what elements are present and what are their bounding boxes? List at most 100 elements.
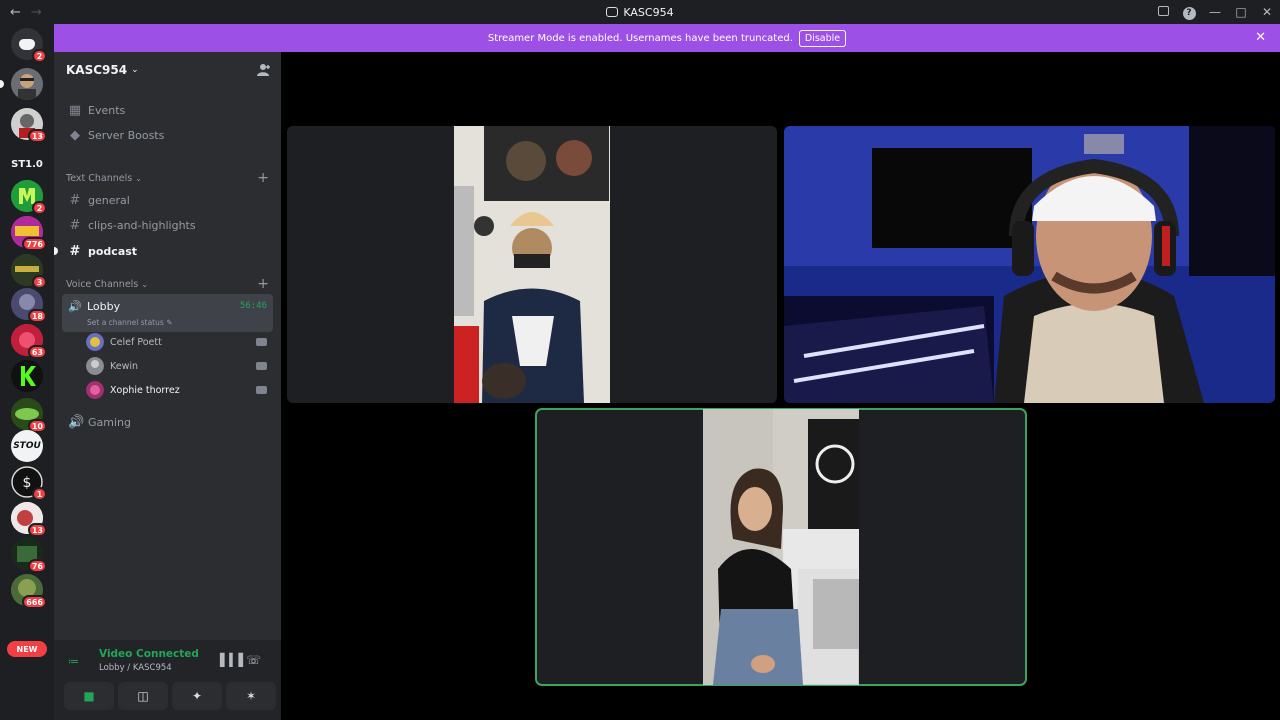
minimize-button[interactable]: —: [1202, 5, 1228, 19]
svg-text:$: $: [23, 475, 32, 491]
channel-name: podcast: [88, 244, 138, 258]
speaker-icon: 🔊: [68, 300, 82, 313]
create-channel-icon[interactable]: +: [257, 170, 269, 186]
avatar: [86, 381, 104, 399]
server-icon[interactable]: 666: [11, 574, 47, 609]
camera-button[interactable]: ■: [64, 682, 114, 710]
server-icon[interactable]: ST1.0: [11, 148, 43, 180]
video-tile-speaking[interactable]: [535, 408, 1027, 686]
connection-location[interactable]: Lobby / KASC954: [99, 663, 172, 673]
back-arrow-icon[interactable]: ←: [10, 5, 21, 20]
voice-channel-lobby[interactable]: 🔊 Lobby 56:46 Set a channel status ✎: [62, 294, 273, 332]
video-frame: [784, 126, 1275, 403]
server-icon[interactable]: 10: [11, 398, 47, 433]
inbox-icon[interactable]: [1150, 5, 1176, 19]
server-icon[interactable]: 13: [11, 502, 47, 537]
noise-suppression-icon[interactable]: ▌▍▌: [220, 653, 248, 667]
server-icon[interactable]: $ 1: [11, 466, 47, 501]
window-title-text: KASC954: [623, 5, 674, 19]
category-label: Voice Channels: [66, 278, 139, 290]
channel-name: clips-and-highlights: [88, 218, 196, 232]
voice-timer: 56:46: [239, 301, 267, 311]
server-icon[interactable]: [0, 68, 43, 100]
notification-badge: 13: [27, 129, 47, 143]
video-tile[interactable]: [287, 126, 777, 403]
voice-member[interactable]: Kewin: [86, 355, 273, 377]
video-frame: [703, 409, 859, 685]
channel-clips-and-highlights[interactable]: # clips-and-highlights: [62, 213, 273, 237]
signal-icon[interactable]: ≔: [68, 655, 79, 668]
voice-channel-name: Lobby: [87, 300, 121, 313]
calendar-icon: ▦: [68, 102, 82, 118]
voice-channel-name: Gaming: [88, 415, 131, 429]
channel-general[interactable]: # general: [62, 188, 273, 212]
channel-name: general: [88, 193, 130, 207]
title-bar: ← → KASC954 ? — □ ✕: [0, 0, 1280, 24]
video-tile[interactable]: [784, 126, 1275, 403]
server-name-text: ST1.0: [11, 158, 43, 170]
help-icon[interactable]: ?: [1176, 4, 1202, 20]
close-window-button[interactable]: ✕: [1254, 5, 1280, 19]
hashtag-icon: #: [69, 217, 81, 233]
invite-people-icon[interactable]: [257, 63, 271, 77]
connection-status: Video Connected: [99, 648, 199, 660]
channel-status-text: Set a channel status: [87, 318, 164, 327]
channel-status[interactable]: Set a channel status ✎: [87, 318, 172, 327]
disable-button[interactable]: Disable: [798, 29, 847, 47]
chevron-down-icon: ⌄: [141, 279, 148, 289]
chevron-down-icon: ⌄: [131, 65, 139, 75]
close-icon[interactable]: ✕: [1255, 30, 1266, 45]
video-frame: [454, 126, 610, 403]
create-channel-icon[interactable]: +: [257, 276, 269, 292]
discord-logo-icon: [606, 6, 619, 17]
server-list: 2 13 ST1.0 2 776 3 18 63 10 STOU $ 1 13 …: [0, 24, 54, 720]
soundboard-button[interactable]: ✶: [226, 682, 276, 710]
video-camera-icon: [256, 362, 267, 370]
new-unreads-pill[interactable]: NEW: [7, 641, 47, 657]
server-icon[interactable]: 63: [11, 324, 47, 359]
server-icon[interactable]: [11, 360, 43, 392]
home-button[interactable]: 2: [11, 28, 47, 63]
server-icon[interactable]: 76: [11, 538, 47, 573]
voice-channel-gaming[interactable]: 🔊 Gaming: [62, 410, 273, 434]
server-icon[interactable]: 13: [11, 108, 47, 143]
notification-badge: 1: [32, 487, 47, 501]
video-feed: [784, 126, 1275, 403]
server-icon[interactable]: 18: [11, 288, 47, 323]
channel-podcast[interactable]: # podcast: [54, 239, 273, 263]
voice-member[interactable]: Celef Poett: [86, 331, 273, 353]
pencil-icon: ✎: [166, 318, 173, 327]
avatar: [86, 357, 104, 375]
voice-connection-panel: ≔ Video Connected Lobby / KASC954 ▌▍▌ ☏ …: [54, 640, 281, 720]
category-voice-channels[interactable]: Voice Channels ⌄ +: [66, 275, 273, 293]
screen-share-button[interactable]: ◫: [118, 682, 168, 710]
server-boosts-label: Server Boosts: [88, 128, 165, 142]
maximize-button[interactable]: □: [1228, 5, 1254, 19]
category-text-channels[interactable]: Text Channels ⌄ +: [66, 169, 273, 187]
member-name: Kewin: [110, 360, 139, 372]
disconnect-icon[interactable]: ☏: [246, 653, 261, 667]
server-header[interactable]: KASC954 ⌄: [54, 52, 281, 88]
sidebar-item-server-boosts[interactable]: ◆ Server Boosts: [62, 123, 273, 147]
notification-badge: 63: [27, 345, 47, 359]
soundboard-icon: ✶: [245, 689, 257, 703]
server-avatar-icon: [11, 68, 43, 100]
sidebar-item-events[interactable]: ▦ Events: [62, 98, 273, 122]
activities-button[interactable]: ✦: [172, 682, 222, 710]
member-name: Celef Poett: [110, 336, 162, 348]
forward-arrow-icon[interactable]: →: [31, 5, 42, 20]
server-name-text: STOU: [13, 441, 41, 451]
category-label: Text Channels: [66, 172, 133, 184]
hashtag-icon: #: [69, 243, 81, 259]
streamer-mode-banner: Streamer Mode is enabled. Usernames have…: [54, 24, 1280, 52]
server-icon[interactable]: STOU: [11, 430, 43, 462]
notification-badge: 2: [32, 49, 47, 63]
member-name: Xophie thorrez: [110, 384, 180, 396]
events-label: Events: [88, 103, 126, 117]
server-icon[interactable]: 3: [11, 254, 47, 289]
server-icon[interactable]: 2: [11, 180, 47, 215]
avatar: [86, 333, 104, 351]
voice-member[interactable]: Xophie thorrez: [86, 379, 273, 401]
server-icon[interactable]: 776: [11, 216, 47, 251]
video-camera-icon: [256, 386, 267, 394]
